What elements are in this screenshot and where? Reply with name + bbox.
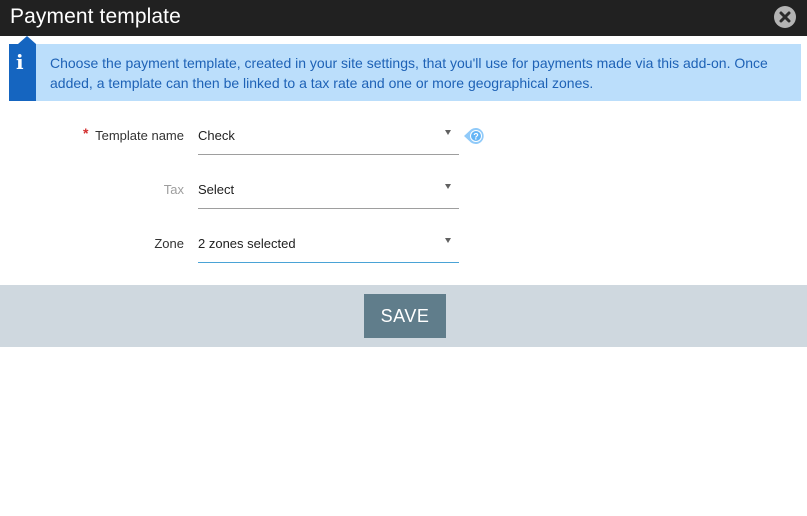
zone-select[interactable]: 2 zones selected <box>198 224 459 263</box>
template-name-value: Check <box>198 128 235 143</box>
info-text: Choose the payment template, created in … <box>50 55 768 91</box>
tax-row: Tax Select <box>0 170 807 210</box>
svg-text:?: ? <box>473 132 479 142</box>
chevron-down-icon <box>445 130 451 135</box>
template-name-select[interactable]: Check <box>198 116 459 155</box>
dialog-footer: SAVE <box>0 285 807 347</box>
zone-label: Zone <box>154 236 184 251</box>
tax-value: Select <box>198 182 235 197</box>
chevron-down-icon <box>445 184 451 189</box>
info-icon: i <box>16 50 24 74</box>
info-icon-column: i <box>9 44 36 101</box>
required-marker: * <box>83 125 89 141</box>
tax-label: Tax <box>163 182 184 197</box>
template-name-row: * Template name Check ? <box>0 116 807 156</box>
question-help-icon[interactable]: ? <box>463 127 485 145</box>
tax-select[interactable]: Select <box>198 170 459 209</box>
dialog-titlebar: Payment template <box>0 0 807 36</box>
zone-row: Zone 2 zones selected <box>0 224 807 264</box>
dialog-title: Payment template <box>10 5 181 28</box>
zone-value: 2 zones selected <box>198 236 296 251</box>
save-button[interactable]: SAVE <box>364 294 446 338</box>
info-banner-notch <box>18 36 36 44</box>
chevron-down-icon <box>445 238 451 243</box>
close-icon <box>779 11 791 23</box>
close-button[interactable] <box>774 6 796 28</box>
template-name-label: Template name <box>95 128 184 143</box>
info-banner: i Choose the payment template, created i… <box>9 36 801 101</box>
